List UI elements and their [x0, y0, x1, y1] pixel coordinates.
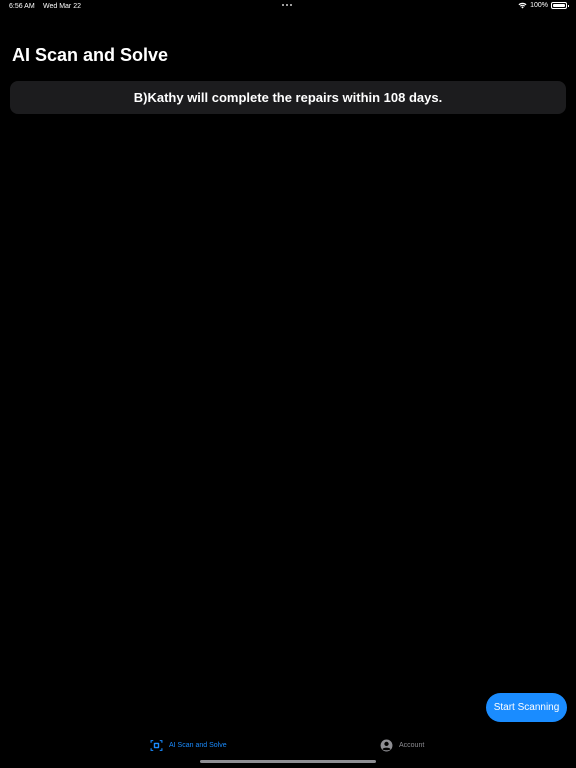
- tab-label: AI Scan and Solve: [169, 742, 227, 749]
- status-bar: 6:56 AM Wed Mar 22 100%: [0, 0, 576, 14]
- answer-text: B)Kathy will complete the repairs within…: [133, 90, 443, 105]
- multitasking-dots-icon[interactable]: [282, 4, 292, 6]
- battery-fill: [553, 4, 565, 7]
- status-time: 6:56 AM: [9, 3, 35, 10]
- home-indicator[interactable]: [200, 760, 376, 763]
- tab-label: Account: [399, 742, 425, 749]
- start-scanning-button[interactable]: Start Scanning: [486, 693, 567, 722]
- status-right: 100%: [518, 2, 569, 9]
- person-circle-icon: [380, 739, 393, 752]
- app-screen: 6:56 AM Wed Mar 22 100% AI Scan and Solv…: [0, 0, 576, 768]
- page-title: AI Scan and Solve: [12, 45, 169, 65]
- scan-icon: [150, 740, 163, 751]
- tab-ai-scan-and-solve[interactable]: AI Scan and Solve: [150, 739, 227, 752]
- tab-account[interactable]: Account: [380, 739, 424, 752]
- battery-icon: [551, 2, 569, 9]
- battery-percent: 100%: [530, 2, 548, 9]
- status-date: Wed Mar 22: [43, 3, 81, 10]
- wifi-icon: [518, 2, 527, 9]
- answer-card: B)Kathy will complete the repairs within…: [10, 81, 566, 114]
